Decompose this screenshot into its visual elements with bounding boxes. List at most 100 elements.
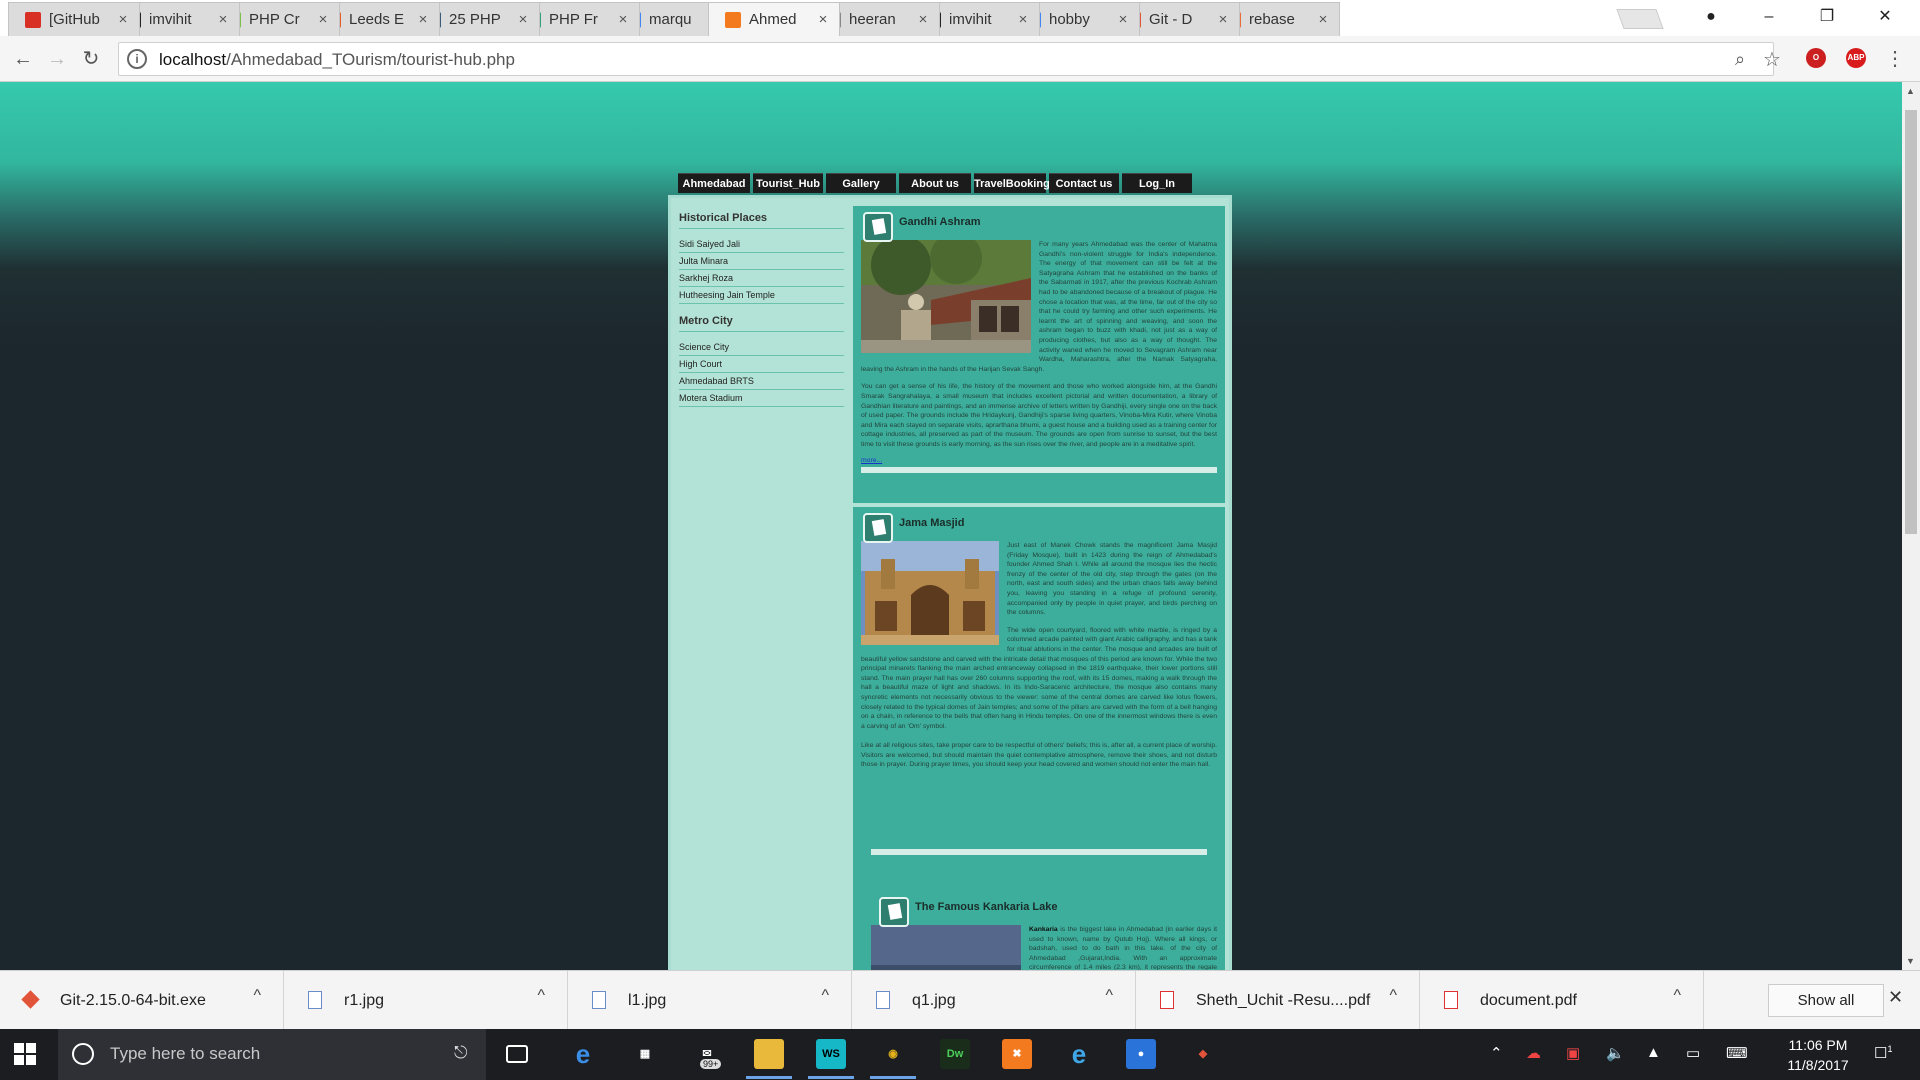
zoom-icon[interactable]: ⌕ <box>1735 49 1745 70</box>
tab-close-icon[interactable]: × <box>315 11 331 28</box>
browser-toolbar: ← → ↻ i localhost/Ahmedabad_TOurism/tour… <box>0 36 1920 82</box>
tab-title: Ahmed <box>749 11 797 28</box>
download-item[interactable]: r1.jpg ^ <box>284 971 568 1030</box>
scroll-thumb[interactable] <box>1905 110 1917 534</box>
minimize-button[interactable]: – <box>1740 0 1798 34</box>
gift-icon[interactable]: ▣ <box>1566 1044 1580 1062</box>
close-window-button[interactable]: ✕ <box>1856 0 1914 34</box>
address-bar[interactable]: i localhost/Ahmedabad_TOurism/tourist-hu… <box>118 42 1781 76</box>
download-item[interactable]: Git-2.15.0-64-bit.exe ^ <box>0 971 284 1030</box>
url-text[interactable]: localhost/Ahmedabad_TOurism/tourist-hub.… <box>159 50 515 70</box>
maximize-button[interactable]: ❐ <box>1798 0 1856 34</box>
nav-item-about-us[interactable]: About us <box>899 173 971 193</box>
chrome-menu-icon[interactable]: ⋮ <box>1882 46 1908 72</box>
keyboard-icon[interactable]: ⌨ <box>1726 1044 1748 1062</box>
wifi-icon[interactable]: ▲ <box>1646 1044 1661 1061</box>
site-nav-menu: Ahmedabad Tourist_Hub Gallery About us Trave… <box>678 173 1192 193</box>
cloud-icon[interactable]: ☁ <box>1526 1044 1541 1062</box>
taskbar-clock[interactable]: 11:06 PM 11/8/2017 <box>1770 1035 1866 1075</box>
forward-icon[interactable]: → <box>44 46 70 72</box>
taskbar-search-box[interactable]: Type here to search ⎋ <box>58 1029 486 1080</box>
tab-close-icon[interactable]: × <box>515 11 531 28</box>
download-item[interactable]: Sheth_Uchit -Resu....pdf ^ <box>1136 971 1420 1030</box>
page-scrollbar[interactable]: ▲ ▼ <box>1902 82 1920 970</box>
tab-close-icon[interactable]: × <box>1215 11 1231 28</box>
tab-close-icon[interactable]: × <box>615 11 631 28</box>
chevron-up-icon[interactable]: ^ <box>253 987 261 1005</box>
nav-item-log-in[interactable]: Log_In <box>1122 173 1192 193</box>
tab-title: imvihit <box>149 11 192 28</box>
sidebar-link-hutheesing-jain-temple[interactable]: Hutheesing Jain Temple <box>679 288 844 304</box>
sidebar-link-sidi-saiyed-jali[interactable]: Sidi Saiyed Jali <box>679 237 844 253</box>
xampp-icon[interactable]: ✖ <box>1002 1039 1032 1069</box>
sidebar-link-high-court[interactable]: High Court <box>679 357 844 373</box>
browser-tab[interactable]: [GitHub × <box>8 2 140 36</box>
tab-close-icon[interactable]: × <box>1015 11 1031 28</box>
sidebar-link-julta-minara[interactable]: Julta Minara <box>679 254 844 270</box>
scroll-down-icon[interactable]: ▼ <box>1906 956 1915 966</box>
microphone-icon[interactable]: ⎋ <box>454 1043 467 1063</box>
internet-explorer-icon[interactable]: e <box>1064 1039 1094 1069</box>
file-explorer-icon[interactable]: ▬ <box>746 1039 792 1079</box>
nav-item-contact-us[interactable]: Contact us <box>1049 173 1119 193</box>
back-icon[interactable]: ← <box>10 46 36 72</box>
kankaria-paragraph: is the biggest lake in Ahmedabad (in ear… <box>1029 926 1217 970</box>
nav-item-ahmedabad[interactable]: Ahmedabad <box>678 173 750 193</box>
dreamweaver-icon[interactable]: Dw <box>940 1039 970 1069</box>
download-filename: l1.jpg <box>628 992 667 1009</box>
nav-item-gallery[interactable]: Gallery <box>826 173 896 193</box>
tab-close-icon[interactable]: × <box>415 11 431 28</box>
sidebar-link-science-city[interactable]: Science City <box>679 340 844 356</box>
store-icon[interactable]: ▦ <box>630 1039 660 1069</box>
chrome-icon[interactable]: ◉ <box>870 1039 916 1079</box>
more-link[interactable]: more... <box>861 457 882 464</box>
cortana-icon[interactable] <box>72 1043 94 1065</box>
profile-icon[interactable]: ● <box>1682 0 1740 34</box>
download-item[interactable]: l1.jpg ^ <box>568 971 852 1030</box>
nav-item-travelbooking[interactable]: TravelBooking <box>974 173 1050 193</box>
url-host: localhost <box>159 50 227 69</box>
bookmark-star-icon[interactable]: ☆ <box>1763 47 1781 72</box>
tab-close-icon[interactable]: × <box>1115 11 1131 28</box>
tab-close-icon[interactable]: × <box>915 11 931 28</box>
show-all-button[interactable]: Show all <box>1768 984 1884 1017</box>
tab-close-icon[interactable]: × <box>1315 11 1331 28</box>
volume-icon[interactable]: 🔈 <box>1606 1044 1625 1062</box>
main-content: Gandhi Ashram For many years Ahmedabad w… <box>853 206 1225 970</box>
sidebar-link-ahmedabad-brts[interactable]: Ahmedabad BRTS <box>679 374 844 390</box>
chevron-up-icon[interactable]: ^ <box>1105 987 1113 1005</box>
pdf-file-icon <box>1160 991 1174 1009</box>
chevron-up-icon[interactable]: ^ <box>537 987 545 1005</box>
new-tab-button[interactable] <box>1616 9 1664 29</box>
tab-close-icon[interactable]: × <box>115 11 131 28</box>
opera-extension-icon[interactable]: O <box>1806 48 1826 68</box>
tray-overflow-icon[interactable]: ⌃ <box>1490 1044 1503 1062</box>
chevron-up-icon[interactable]: ^ <box>821 987 829 1005</box>
xampp-icon <box>725 11 741 28</box>
chevron-up-icon[interactable]: ^ <box>1389 987 1397 1005</box>
task-view-icon[interactable] <box>506 1045 528 1063</box>
post-kankaria-lake: The Famous Kankaria Lake Kankaria is the… <box>853 867 1225 970</box>
action-center-icon[interactable]: ☐1 <box>1874 1044 1892 1062</box>
edge-icon[interactable]: e <box>568 1039 598 1069</box>
tab-close-icon[interactable]: × <box>215 11 231 28</box>
windows-taskbar: Type here to search ⎋ e ▦ ✉ ▬ WS ◉ Dw ✖ e ● ◆ 99+ ⌃… <box>0 1029 1920 1080</box>
battery-icon[interactable]: ▭ <box>1686 1044 1700 1062</box>
reload-icon[interactable]: ↻ <box>78 46 104 72</box>
scroll-up-icon[interactable]: ▲ <box>1906 86 1915 96</box>
chevron-up-icon[interactable]: ^ <box>1673 987 1681 1005</box>
site-info-icon[interactable]: i <box>127 49 147 69</box>
git-gui-icon[interactable]: ◆ <box>1188 1039 1218 1069</box>
tab-close-icon[interactable]: × <box>815 11 831 28</box>
webstorm-icon[interactable]: WS <box>808 1039 854 1079</box>
sidebar-link-motera-stadium[interactable]: Motera Stadium <box>679 391 844 407</box>
maps-icon[interactable]: ● <box>1126 1039 1156 1069</box>
nav-item-tourist-hub[interactable]: Tourist_Hub <box>753 173 823 193</box>
download-item[interactable]: q1.jpg ^ <box>852 971 1136 1030</box>
close-downloads-icon[interactable]: ✕ <box>1888 987 1903 1008</box>
adblock-plus-icon[interactable]: ABP <box>1846 48 1866 68</box>
download-item[interactable]: document.pdf ^ <box>1420 971 1704 1030</box>
browser-tab[interactable]: Ahmed × <box>708 2 840 36</box>
windows-start-icon[interactable] <box>14 1043 36 1065</box>
sidebar-link-sarkhej-roza[interactable]: Sarkhej Roza <box>679 271 844 287</box>
